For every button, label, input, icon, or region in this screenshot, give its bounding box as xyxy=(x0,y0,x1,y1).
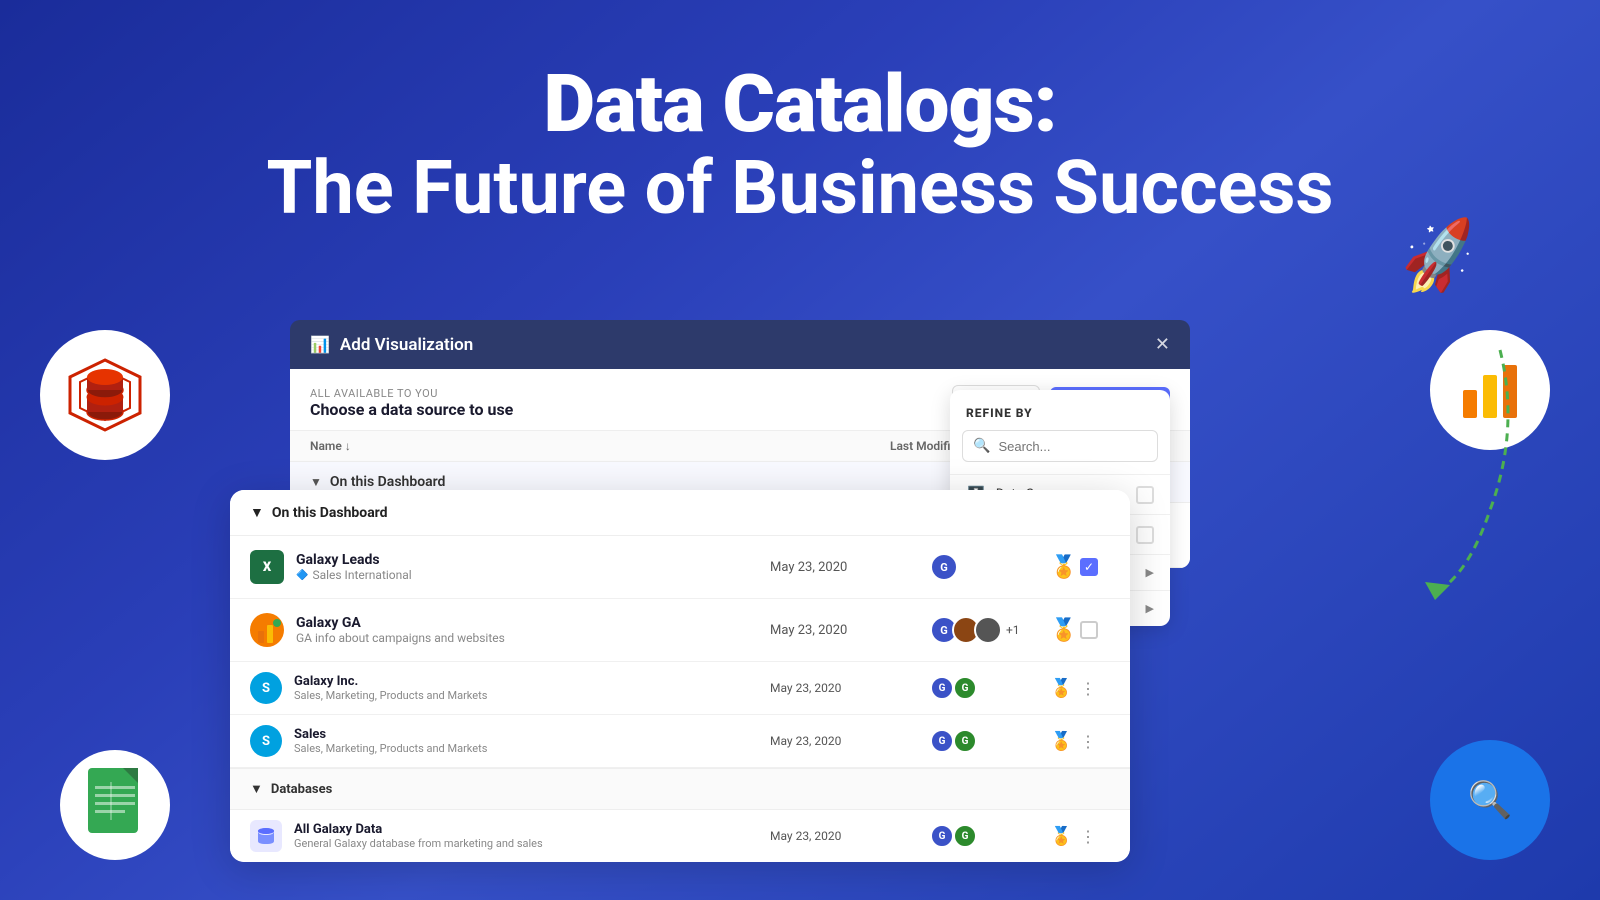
section-arrow-icon: ▼ xyxy=(310,475,322,489)
row-date: May 23, 2020 xyxy=(770,623,930,638)
row-access: G G xyxy=(930,729,1050,753)
table-row[interactable]: X Galaxy Leads 🔷 Sales International May… xyxy=(230,536,1130,599)
row-date: May 23, 2020 xyxy=(770,829,930,843)
row-checkbox[interactable]: ✓ xyxy=(1080,558,1098,576)
refine-search-input[interactable] xyxy=(998,439,1147,454)
avatar-g: G xyxy=(930,553,958,581)
modal-header: 📊 Add Visualization ✕ xyxy=(290,320,1190,369)
avatar-g: G xyxy=(930,676,954,700)
table-row[interactable]: All Galaxy Data General Galaxy database … xyxy=(230,810,1130,862)
close-button[interactable]: ✕ xyxy=(1155,334,1170,355)
row-sub: GA info about campaigns and websites xyxy=(296,631,505,645)
row-checkbox[interactable] xyxy=(1080,621,1098,639)
more-menu-icon[interactable]: ⋮ xyxy=(1080,679,1110,698)
refine-search[interactable]: 🔍 xyxy=(962,430,1158,462)
data-sources-checkbox[interactable] xyxy=(1136,486,1154,504)
more-menu-icon[interactable]: ⋮ xyxy=(1080,732,1110,751)
visualization-icon: 📊 xyxy=(310,335,330,354)
rocket-icon: 🚀 xyxy=(1394,214,1486,302)
avatar-g: G xyxy=(930,729,954,753)
ga-icon xyxy=(250,613,284,647)
row-name: Galaxy GA xyxy=(296,615,505,631)
award-icon: 🏅 xyxy=(1050,678,1080,699)
left-sheets-icon xyxy=(60,750,170,860)
float-section-header[interactable]: ▼ On this Dashboard xyxy=(230,490,1130,536)
row-access: G +1 xyxy=(930,616,1050,644)
excel-icon: X xyxy=(250,550,284,584)
row-sub: General Galaxy database from marketing a… xyxy=(294,837,543,850)
row-sub: Sales, Marketing, Products and Markets xyxy=(294,689,487,702)
row-sub: 🔷 Sales International xyxy=(296,568,412,582)
title-line1: Data Catalogs: xyxy=(0,60,1600,148)
award-icon: 🏅 xyxy=(1050,555,1080,580)
search-icon: 🔍 xyxy=(973,438,990,454)
award-icon: 🏅 xyxy=(1050,731,1080,752)
table-row[interactable]: S Sales Sales, Marketing, Products and M… xyxy=(230,715,1130,768)
float-panel: ▼ On this Dashboard X Galaxy Leads 🔷 Sal… xyxy=(230,490,1130,862)
section-title: On this Dashboard xyxy=(272,505,388,521)
modal-title: Add Visualization xyxy=(340,335,473,355)
avatar-g: G xyxy=(930,824,954,848)
row-name: Galaxy Inc. xyxy=(294,674,487,689)
row-date: May 23, 2020 xyxy=(770,734,930,748)
avatar-dark xyxy=(974,616,1002,644)
row-access: G xyxy=(930,553,1050,581)
avatar-g2: G xyxy=(953,676,977,700)
name-column-header: Name ↓ xyxy=(310,439,890,453)
left-db-icon xyxy=(40,330,170,460)
row-date: May 23, 2020 xyxy=(770,681,930,695)
salesforce-icon: S xyxy=(250,672,282,704)
expand-arrow-icon: ▶ xyxy=(1146,602,1154,615)
more-menu-icon[interactable]: ⋮ xyxy=(1080,827,1110,846)
row-name: Galaxy Leads xyxy=(296,552,412,568)
section-collapse-icon: ▼ xyxy=(250,781,263,797)
refine-header: REFINE BY xyxy=(950,390,1170,430)
title-area: Data Catalogs: The Future of Business Su… xyxy=(0,0,1600,269)
available-label: ALL AVAILABLE TO YOU xyxy=(310,387,513,400)
row-access: G G xyxy=(930,824,1050,848)
database-icon xyxy=(250,820,282,852)
avatar-g2: G xyxy=(953,729,977,753)
row-access: G G xyxy=(930,676,1050,700)
award-icon: 🏅 xyxy=(1050,618,1080,643)
databases-title: Databases xyxy=(271,782,332,797)
section-collapse-icon: ▼ xyxy=(250,504,264,521)
row-sub: Sales, Marketing, Products and Markets xyxy=(294,742,487,755)
row-name: Sales xyxy=(294,727,487,742)
right-hex-icon: 🔍 xyxy=(1430,740,1550,860)
extra-count-badge: +1 xyxy=(1006,623,1020,637)
row-date: May 23, 2020 xyxy=(770,560,930,575)
row-name: All Galaxy Data xyxy=(294,822,543,837)
avatar-g2: G xyxy=(953,824,977,848)
table-row[interactable]: S Galaxy Inc. Sales, Marketing, Products… xyxy=(230,662,1130,715)
salesforce-icon2: S xyxy=(250,725,282,757)
choose-label: Choose a data source to use xyxy=(310,400,513,419)
table-row[interactable]: Galaxy GA GA info about campaigns and we… xyxy=(230,599,1130,662)
expand-arrow-icon: ▶ xyxy=(1146,566,1154,579)
title-line2: The Future of Business Success xyxy=(0,148,1600,229)
ml-models-checkbox[interactable] xyxy=(1136,526,1154,544)
award-icon: 🏅 xyxy=(1050,826,1080,847)
databases-section-header[interactable]: ▼ Databases xyxy=(230,768,1130,810)
